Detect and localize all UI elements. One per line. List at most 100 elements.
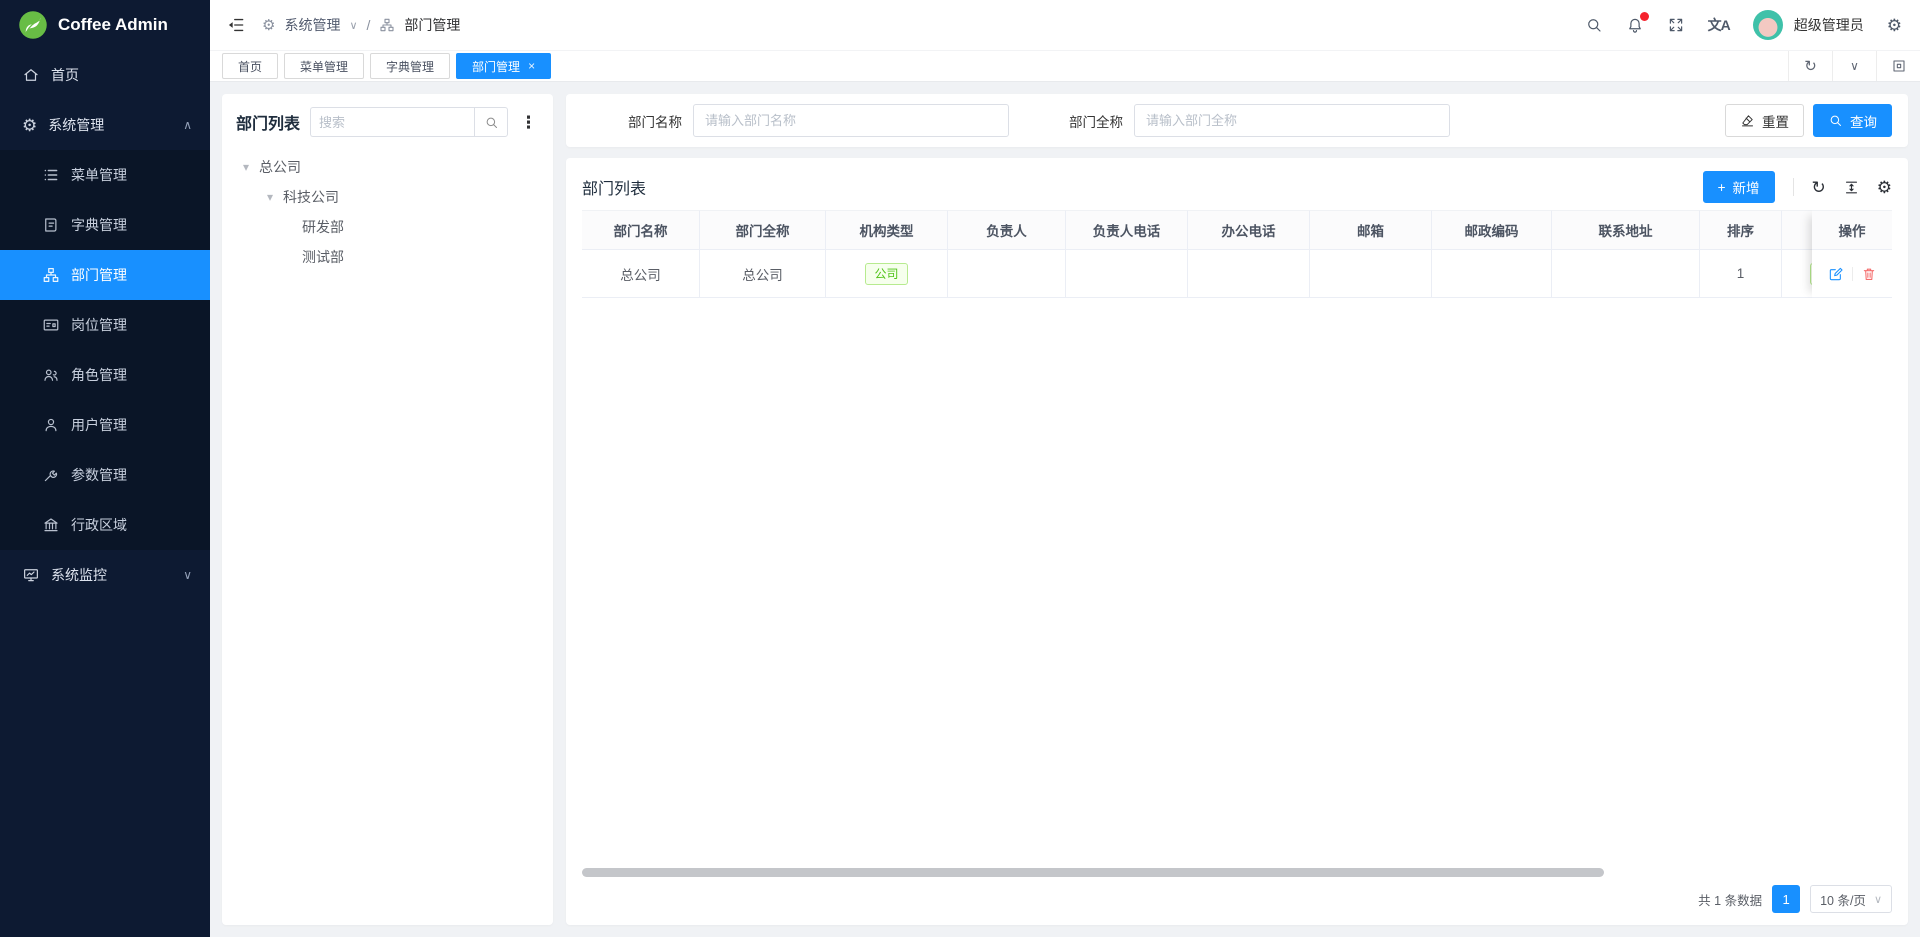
tree-search-input[interactable]: [310, 107, 474, 137]
sidebar-item-admin-region[interactable]: 行政区域: [0, 500, 210, 550]
dept-table-card: 部门列表 + 新增 ↻ ⚙: [566, 158, 1908, 925]
sidebar-item-system-mgmt[interactable]: ⚙ 系统管理 ∧: [0, 100, 210, 150]
tree-node-tech-company[interactable]: ▾ 科技公司: [236, 182, 539, 212]
collapse-sidebar-icon[interactable]: [226, 15, 246, 35]
breadcrumb-system-mgmt[interactable]: 系统管理: [284, 15, 340, 35]
dept-table: 部门名称 部门全称 机构类型 负责人 负责人电话 办公电话 邮箱 邮政编码 联系…: [582, 210, 1892, 298]
close-icon[interactable]: ×: [528, 59, 535, 73]
sidebar-item-label: 系统监控: [51, 565, 107, 585]
sidebar-item-dept-mgmt[interactable]: 部门管理: [0, 250, 210, 300]
roles-icon: [42, 366, 60, 384]
column-settings-gear-icon[interactable]: ⚙: [1877, 179, 1892, 196]
col-header: 办公电话: [1188, 210, 1310, 250]
caret-down-icon[interactable]: ▾: [240, 160, 252, 174]
delete-trash-icon[interactable]: [1861, 266, 1877, 282]
user-icon: [42, 416, 60, 434]
tab-dropdown-button[interactable]: ∨: [1832, 51, 1876, 81]
dept-name-input[interactable]: [693, 104, 1009, 137]
dictionary-icon: [42, 216, 60, 234]
cell-office-phone: [1188, 250, 1310, 298]
query-button[interactable]: 查询: [1813, 104, 1892, 137]
monitor-icon: [22, 566, 40, 584]
sidebar-item-menu-mgmt[interactable]: 菜单管理: [0, 150, 210, 200]
sidebar-item-home[interactable]: 首页: [0, 50, 210, 100]
sidebar-item-dict-mgmt[interactable]: 字典管理: [0, 200, 210, 250]
col-header: 联系地址: [1552, 210, 1700, 250]
caret-down-icon[interactable]: ▾: [264, 190, 276, 204]
tree-search-button[interactable]: [474, 107, 508, 137]
row-height-icon[interactable]: [1843, 179, 1860, 196]
tab-dept-mgmt[interactable]: 部门管理 ×: [456, 53, 551, 79]
page-1-button[interactable]: 1: [1772, 885, 1800, 913]
col-header: 负责人: [948, 210, 1066, 250]
refresh-icon[interactable]: ↻: [1812, 179, 1826, 196]
sidebar-item-label: 菜单管理: [71, 165, 127, 185]
sidebar-item-label: 部门管理: [71, 265, 127, 285]
table-card-header: 部门列表 + 新增 ↻ ⚙: [582, 164, 1892, 210]
col-header: 机构类型: [826, 210, 948, 250]
chevron-up-icon: ∧: [183, 118, 192, 132]
tree-node-test-dept[interactable]: 测试部: [236, 242, 539, 272]
avatar[interactable]: [1753, 10, 1783, 40]
cell-leader: [948, 250, 1066, 298]
sidebar-item-post-mgmt[interactable]: 岗位管理: [0, 300, 210, 350]
kebab-menu-icon[interactable]: ⋮: [518, 114, 539, 131]
add-button[interactable]: + 新增: [1703, 171, 1775, 203]
translate-icon[interactable]: 文A: [1708, 15, 1730, 35]
dept-fullname-input[interactable]: [1134, 104, 1450, 137]
search-icon: [484, 115, 499, 130]
content: 部门列表 ⋮ ▾ 总公司 ▾: [210, 82, 1920, 937]
app-logo: Coffee Admin: [0, 0, 210, 50]
sidebar-item-label: 参数管理: [71, 465, 127, 485]
maximize-view-button[interactable]: [1876, 51, 1920, 81]
search-icon: [1828, 113, 1843, 128]
col-header: 部门全称: [700, 210, 826, 250]
tree-node-head-office[interactable]: ▾ 总公司: [236, 152, 539, 182]
tab-home[interactable]: 首页: [222, 53, 278, 79]
add-button-label: 新增: [1733, 177, 1760, 197]
tab-menu-mgmt[interactable]: 菜单管理: [284, 53, 364, 79]
sidebar-item-param-mgmt[interactable]: 参数管理: [0, 450, 210, 500]
gear-icon: ⚙: [22, 117, 37, 134]
sidebar-item-label: 岗位管理: [71, 315, 127, 335]
table-empty-space: [582, 298, 1892, 862]
sidebar-item-user-mgmt[interactable]: 用户管理: [0, 400, 210, 450]
tab-dict-mgmt[interactable]: 字典管理: [370, 53, 450, 79]
tabbar: 首页 菜单管理 字典管理 部门管理 × ↻ ∨: [210, 50, 1920, 82]
topbar-actions: 文A 超级管理员 ⚙: [1585, 10, 1902, 40]
username[interactable]: 超级管理员: [1794, 15, 1864, 35]
sidebar-item-system-monitor[interactable]: 系统监控 ∨: [0, 550, 210, 600]
table-title: 部门列表: [582, 175, 646, 199]
chevron-down-icon: ∨: [183, 568, 192, 582]
sidebar-item-role-mgmt[interactable]: 角色管理: [0, 350, 210, 400]
query-button-label: 查询: [1850, 111, 1877, 131]
cell-email: [1310, 250, 1432, 298]
maximize-icon: [1891, 58, 1907, 74]
horizontal-scrollbar-thumb[interactable]: [582, 868, 1604, 877]
table-toolbar: + 新增 ↻ ⚙: [1703, 171, 1892, 203]
main-area: ⚙ 系统管理 ∨ / 部门管理 文A 超级管理员 ⚙: [210, 0, 1920, 937]
tab-label: 首页: [238, 58, 262, 75]
breadcrumb-separator: /: [367, 17, 371, 33]
breadcrumb-dept-mgmt: 部门管理: [404, 15, 460, 35]
settings-gear-icon[interactable]: ⚙: [1887, 17, 1902, 34]
col-header-actions: 操作: [1812, 210, 1892, 250]
org-chart-icon: [42, 266, 60, 284]
bank-icon: [42, 516, 60, 534]
fullscreen-icon[interactable]: [1667, 16, 1685, 34]
col-header: 部门名称: [582, 210, 700, 250]
notifications-button[interactable]: [1626, 16, 1644, 34]
cell-postcode: [1432, 250, 1552, 298]
search-icon[interactable]: [1585, 16, 1603, 34]
page-size-value: 10 条/页: [1820, 890, 1866, 909]
horizontal-scrollbar: [582, 868, 1892, 877]
wrench-icon: [42, 466, 60, 484]
reset-button[interactable]: 重置: [1725, 104, 1804, 137]
page-size-select[interactable]: 10 条/页 ∨: [1810, 885, 1892, 913]
org-type-tag: 公司: [865, 263, 907, 285]
edit-icon[interactable]: [1828, 266, 1844, 282]
tree-node-rd-dept[interactable]: 研发部: [236, 212, 539, 242]
chevron-down-icon: ∨: [1874, 893, 1882, 906]
tree-node-label: 总公司: [259, 157, 301, 177]
refresh-tab-button[interactable]: ↻: [1788, 51, 1832, 81]
